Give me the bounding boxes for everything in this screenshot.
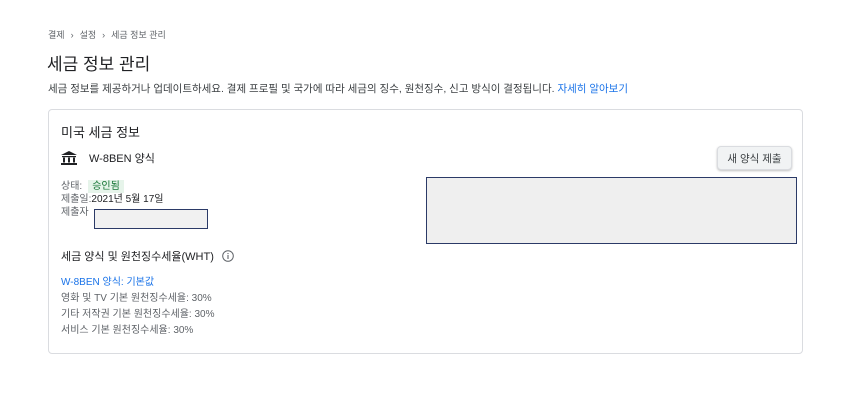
breadcrumb-item-current: 세금 정보 관리 bbox=[111, 30, 166, 40]
wht-rate-film-tv: 영화 및 TV 기본 원천징수세율: 30% bbox=[61, 293, 212, 304]
bank-icon bbox=[61, 151, 77, 165]
breadcrumb-item-payments[interactable]: 결제 bbox=[48, 28, 65, 41]
submitter-label: 제출자 bbox=[61, 207, 89, 218]
intro-text: 세금 정보를 제공하거나 업데이트하세요. 결제 프로필 및 국가에 따라 세금… bbox=[48, 81, 628, 96]
wht-section-title: 세금 양식 및 원천징수세율(WHT) bbox=[61, 248, 234, 264]
wht-list: W-8BEN 양식: 기본값 영화 및 TV 기본 원천징수세율: 30% 기타… bbox=[61, 275, 215, 339]
learn-more-link[interactable]: 자세히 알아보기 bbox=[557, 83, 628, 95]
redacted-submitter bbox=[94, 209, 208, 229]
intro-description: 세금 정보를 제공하거나 업데이트하세요. 결제 프로필 및 국가에 따라 세금… bbox=[48, 83, 558, 95]
info-icon[interactable] bbox=[222, 250, 234, 262]
card-title: 미국 세금 정보 bbox=[61, 125, 140, 140]
wht-rate-copyright: 기타 저작권 기본 원천징수세율: 30% bbox=[61, 309, 215, 320]
page-title: 세금 정보 관리 bbox=[47, 55, 151, 74]
breadcrumb-separator: › bbox=[102, 29, 106, 40]
breadcrumb-separator: › bbox=[70, 29, 74, 40]
wht-rate-services: 서비스 기본 원천징수세율: 30% bbox=[61, 325, 194, 336]
status-badge: 승인됨 bbox=[88, 180, 124, 193]
submitted-date: 2021년 5월 17일 bbox=[91, 194, 164, 205]
submit-new-form-button[interactable]: 새 양식 제출 bbox=[717, 146, 792, 170]
submitted-label: 제출일: bbox=[61, 194, 92, 205]
wht-title-text: 세금 양식 및 원천징수세율(WHT) bbox=[61, 251, 214, 263]
form-row: W-8BEN 양식 bbox=[61, 150, 155, 166]
breadcrumb: 결제 › 설정 › 세금 정보 관리 bbox=[48, 28, 166, 41]
status-label: 상태: bbox=[61, 181, 83, 192]
wht-default-form: W-8BEN 양식: 기본값 bbox=[61, 277, 155, 288]
breadcrumb-item-settings[interactable]: 설정 bbox=[80, 28, 97, 41]
redacted-region bbox=[426, 177, 797, 244]
form-name: W-8BEN 양식 bbox=[89, 153, 155, 165]
us-tax-info-card: 미국 세금 정보 W-8BEN 양식 새 양식 제출 상태: 승인됨 제출일: … bbox=[48, 109, 803, 354]
